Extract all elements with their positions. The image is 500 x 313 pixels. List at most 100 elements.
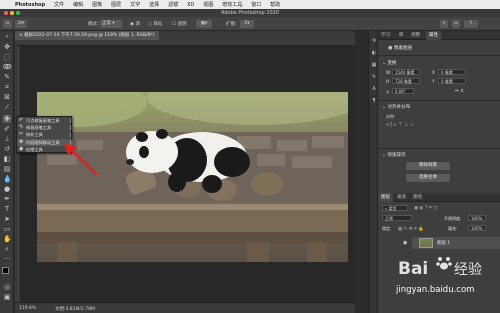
lock-icons[interactable]: ▦ ✎ ✥ ⌗ 🔒 [398,226,424,232]
type-tool-icon[interactable]: T [3,205,11,213]
watermark-brand-2: 经验 [454,262,482,278]
menu-window[interactable]: 窗口 [251,1,261,8]
rectangle-tool-icon[interactable]: ▭ [3,225,11,233]
layer-filter-select[interactable]: ⌕ 类型 [382,205,408,211]
panel-icon-strip: ⟲ ◐ ▦ ✎ A ¶ [368,31,378,313]
healing-tool-icon[interactable]: ✚ [3,115,11,123]
menu-photoshop[interactable]: Photoshop [15,2,45,8]
watermark-brand: Bai [398,259,429,279]
menu-filter[interactable]: 滤镜 [168,1,178,8]
hand-tool-icon[interactable]: ✋ [3,235,12,243]
paragraph-icon[interactable]: ¶ [370,97,378,105]
marquee-tool-icon[interactable]: ⬚ [3,53,11,61]
clone-stamp-tool-icon[interactable]: ⊥ [3,135,11,143]
visibility-eye-icon[interactable]: ◉ [403,240,407,246]
diffuse-label: 扩散： [226,22,240,27]
more-tools-icon[interactable]: ··· [3,255,11,263]
menu-3d[interactable]: 3D [187,2,194,8]
color-icon[interactable]: ◐ [370,49,378,57]
y-field[interactable]: 0 像素 [438,78,466,84]
screen-mode-icon[interactable]: ▣ [3,293,11,301]
tab-libraries[interactable]: 库 [396,31,407,40]
tab-channels[interactable]: 通道 [394,193,409,202]
divider [378,100,500,101]
menu-file[interactable]: 文件 [54,1,64,8]
zoom-tool-icon[interactable]: ⌕ [3,245,11,253]
height-field[interactable]: 728 像素 [392,78,420,84]
transparent-checkbox[interactable]: ☐ 透明 [172,21,186,27]
document-tab[interactable]: × 截屏2022-07-14 下午7.59.59.png @ 119% (图层 … [15,31,159,40]
filter-icons[interactable]: ▣ ◐ T ⌗ ◫ [414,205,437,211]
character-icon[interactable]: A [370,85,378,93]
quick-select-tool-icon[interactable]: ✎ [3,73,11,81]
menu-layer[interactable]: 图层 [111,1,121,8]
h-label: H [386,79,390,84]
foreground-color-swatch[interactable] [2,267,9,274]
menu-edit[interactable]: 编辑 [73,1,83,8]
transform-section-label[interactable]: ⌄ 变换 [382,60,397,66]
blur-tool-icon[interactable]: 💧 [3,175,12,183]
use-pattern-button[interactable]: ▦▾ [196,20,212,28]
fill-field[interactable]: 100% [468,225,486,231]
destination-radio[interactable]: ○ 目标 [148,21,162,27]
remove-background-button[interactable]: 移除背景 [406,162,450,170]
eyedropper-tool-icon[interactable]: ⁄ [3,103,11,111]
move-tool-icon[interactable]: ✥ [3,43,11,51]
menu-image[interactable]: 图像 [92,1,102,8]
mode-select[interactable]: 正常 ▾ [100,20,122,28]
fill-label: 填充: [448,226,458,231]
diffuse-select[interactable]: 5▾ [240,20,254,28]
search-button[interactable]: ⌕ [440,20,448,28]
brush-tool-icon[interactable]: ✐ [3,125,11,133]
lasso-tool-icon[interactable]: ↂ [3,63,12,71]
gradient-tool-icon[interactable]: ▤ [3,165,11,173]
collapse-toolbar-icon[interactable]: » [3,33,11,41]
layer-name[interactable]: 图层 1 [437,240,450,246]
tools-panel: » ✥ ⬚ ↂ ✎ ⌗ ⊠ ⁄ ✚ ✐ ⊥ ↺ ◧ ▤ 💧 ● ✒ T ➤ ▭ … [0,31,14,313]
pixel-layer-label: ▣ 像素图层 [388,46,413,51]
align-buttons[interactable]: ⫷ ⫿ ⫸ ⊤ ⊥ ⊥ [386,122,414,128]
source-radio[interactable]: ◉ 源 [130,21,140,27]
tab-adjustments[interactable]: 调整 [408,31,423,40]
select-subject-button[interactable]: 选择主体 [406,174,450,182]
opacity-field[interactable]: 100% [468,215,486,221]
tool-preset-picker[interactable]: ⇄▾ [15,20,27,28]
menu-select[interactable]: 选择 [149,1,159,8]
angle-icon: ∠ [386,89,390,94]
pen-tool-icon[interactable]: ✒ [3,195,11,203]
quick-mask-icon[interactable]: ◎ [3,283,11,291]
blend-mode-select[interactable]: 正常 [382,215,412,221]
angle-field[interactable]: 0.00° [392,88,414,94]
window-title: Adobe Photoshop 2020 [221,10,279,16]
history-icon[interactable]: ⟲ [370,37,378,45]
menu-view[interactable]: 视图 [203,1,213,8]
menu-type[interactable]: 文字 [130,1,140,8]
share-button[interactable]: ⇪ [464,20,478,28]
swatches-icon[interactable]: ▦ [370,61,378,69]
eraser-tool-icon[interactable]: ◧ [3,155,11,163]
layer-thumbnail [419,238,433,248]
workspace-button[interactable]: ▭ [452,20,460,28]
path-select-tool-icon[interactable]: ➤ [3,215,11,223]
zoom-level[interactable]: 119.6% [19,306,36,311]
quick-actions-label[interactable]: ⌄ 快速操作 [382,152,406,158]
history-brush-tool-icon[interactable]: ↺ [3,145,11,153]
align-section-label[interactable]: ⌄ 对齐并分布 [382,104,410,110]
menu-plugins[interactable]: 增效工具 [222,1,242,8]
flip-icons[interactable]: ⇔ ⇕ [455,89,464,94]
tab-properties[interactable]: 属性 [426,31,441,40]
tab-layers[interactable]: 图层 [378,193,393,202]
tab-paths[interactable]: 路径 [410,193,425,202]
frame-tool-icon[interactable]: ⊠ [3,93,11,101]
brush-settings-icon[interactable]: ✎ [370,73,378,81]
document-size[interactable]: 文档:3.81M/2.78M [55,306,95,312]
menu-help[interactable]: 帮助 [270,1,280,8]
paw-icon [436,255,452,271]
dodge-tool-icon[interactable]: ● [3,185,11,193]
tab-learn[interactable]: 学习 [378,31,393,40]
lock-label: 锁定: [382,226,392,231]
home-button[interactable]: ⌂ [3,20,12,28]
width-field[interactable]: 1540 像素 [392,69,420,75]
x-field[interactable]: 0 像素 [438,69,466,75]
crop-tool-icon[interactable]: ⌗ [3,83,11,91]
